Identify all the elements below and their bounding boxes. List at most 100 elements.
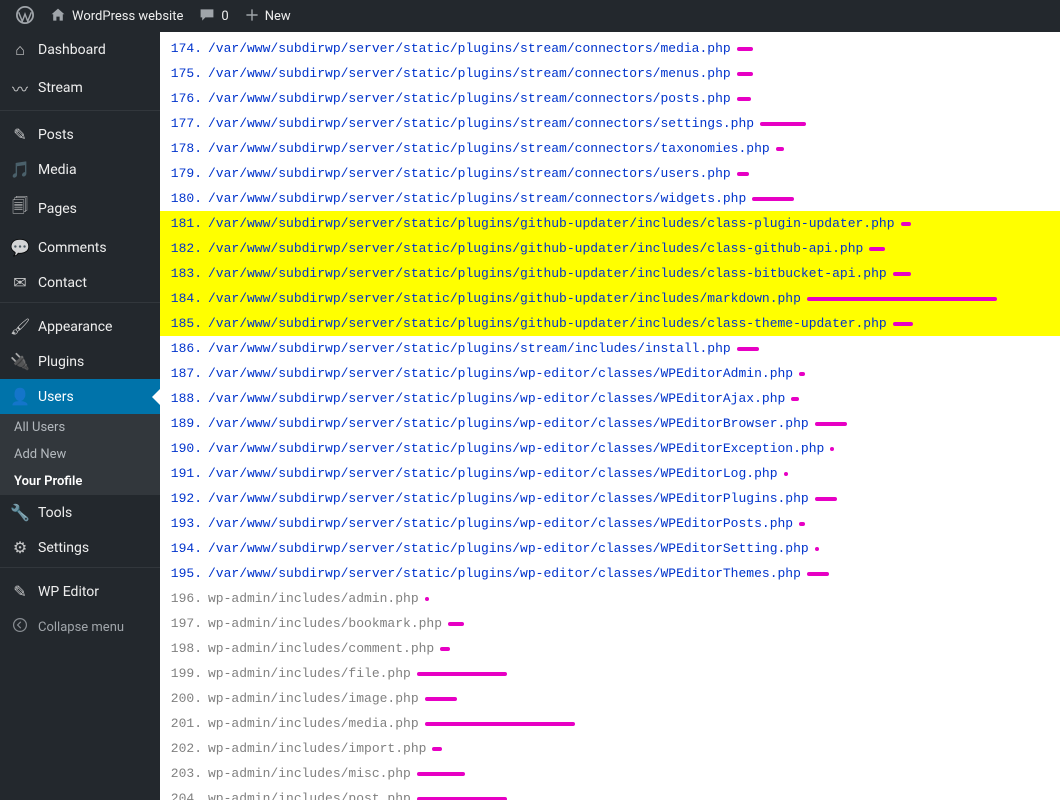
row-number: 190: [164, 437, 208, 460]
file-path: wp-admin/includes/admin.php: [208, 587, 425, 610]
new-link[interactable]: New: [237, 0, 299, 32]
wpeditor-icon: ✎: [10, 582, 30, 601]
collapse-icon: [10, 617, 30, 637]
menu-item-settings[interactable]: ⚙Settings: [0, 530, 160, 565]
menu-separator: [0, 567, 160, 572]
file-path: wp-admin/includes/import.php: [208, 737, 432, 760]
size-bar: [901, 222, 911, 226]
menu-item-pages[interactable]: 🗐Pages: [0, 187, 160, 230]
submenu-item-all-users[interactable]: All Users: [0, 414, 160, 441]
menu-item-contact[interactable]: ✉Contact: [0, 265, 160, 300]
appearance-icon: 🖌: [10, 317, 30, 336]
file-path: /var/www/subdirwp/server/static/plugins/…: [208, 212, 901, 235]
menu-item-appearance[interactable]: 🖌Appearance: [0, 309, 160, 344]
size-bar: [425, 597, 429, 601]
row-number: 201: [164, 712, 208, 735]
row-number: 180: [164, 187, 208, 210]
plugins-icon: 🔌: [10, 352, 30, 371]
menu-label: Dashboard: [38, 42, 106, 58]
row-number: 204: [164, 787, 208, 800]
stream-icon: 〰: [10, 76, 30, 100]
menu-item-plugins[interactable]: 🔌Plugins: [0, 344, 160, 379]
size-bar: [440, 647, 450, 651]
size-bar: [869, 247, 885, 251]
size-bar: [752, 197, 794, 201]
menu-label: Comments: [38, 240, 107, 256]
file-path: /var/www/subdirwp/server/static/plugins/…: [208, 487, 815, 510]
file-row: 193 /var/www/subdirwp/server/static/plug…: [160, 511, 1060, 536]
size-bar: [425, 722, 575, 726]
menu-item-dashboard[interactable]: ⌂ Dashboard: [0, 32, 160, 68]
row-number: 174: [164, 37, 208, 60]
menu-item-comments[interactable]: 💬 Comments: [0, 230, 160, 265]
row-number: 179: [164, 162, 208, 185]
file-path: /var/www/subdirwp/server/static/plugins/…: [208, 62, 737, 85]
menu-item-media[interactable]: 🎵Media: [0, 152, 160, 187]
submenu-item-your-profile[interactable]: Your Profile: [0, 468, 160, 495]
file-row: 197 wp-admin/includes/bookmark.php: [160, 611, 1060, 636]
row-number: 189: [164, 412, 208, 435]
file-row: 204 wp-admin/includes/post.php: [160, 786, 1060, 800]
comments-link[interactable]: 0: [191, 0, 236, 32]
plus-icon: [245, 8, 259, 25]
submenu-item-add-new[interactable]: Add New: [0, 441, 160, 468]
size-bar: [448, 622, 464, 626]
file-path: /var/www/subdirwp/server/static/plugins/…: [208, 412, 815, 435]
menu-item-tools[interactable]: 🔧Tools: [0, 495, 160, 530]
row-number: 188: [164, 387, 208, 410]
row-number: 196: [164, 587, 208, 610]
file-path: /var/www/subdirwp/server/static/plugins/…: [208, 462, 784, 485]
menu-label: Tools: [38, 505, 72, 521]
size-bar: [417, 772, 465, 776]
site-link[interactable]: WordPress website: [42, 0, 191, 32]
comments-icon: 💬: [10, 238, 30, 257]
menu-label: Stream: [38, 80, 83, 96]
size-bar: [432, 747, 442, 751]
size-bar: [417, 797, 507, 800]
file-path: wp-admin/includes/comment.php: [208, 637, 440, 660]
file-path: wp-admin/includes/post.php: [208, 787, 417, 800]
size-bar: [893, 272, 911, 276]
content-area: 174 /var/www/subdirwp/server/static/plug…: [160, 32, 1060, 800]
file-row: 175 /var/www/subdirwp/server/static/plug…: [160, 61, 1060, 86]
menu-label: Pages: [38, 201, 77, 217]
file-row: 195 /var/www/subdirwp/server/static/plug…: [160, 561, 1060, 586]
size-bar: [893, 322, 913, 326]
menu-label: Users: [38, 389, 74, 405]
size-bar: [815, 422, 847, 426]
row-number: 183: [164, 262, 208, 285]
wp-logo[interactable]: [8, 0, 42, 32]
file-row: 178 /var/www/subdirwp/server/static/plug…: [160, 136, 1060, 161]
row-number: 178: [164, 137, 208, 160]
row-number: 197: [164, 612, 208, 635]
row-number: 202: [164, 737, 208, 760]
menu-item-users[interactable]: 👤Users: [0, 379, 160, 414]
size-bar: [760, 122, 806, 126]
size-bar: [815, 497, 837, 501]
file-path: wp-admin/includes/misc.php: [208, 762, 417, 785]
size-bar: [784, 472, 788, 476]
file-path: /var/www/subdirwp/server/static/plugins/…: [208, 187, 752, 210]
size-bar: [737, 47, 753, 51]
row-number: 187: [164, 362, 208, 385]
size-bar: [799, 522, 805, 526]
settings-icon: ⚙: [10, 538, 30, 557]
file-path: wp-admin/includes/media.php: [208, 712, 425, 735]
dashboard-icon: ⌂: [10, 40, 30, 60]
menu-item-stream[interactable]: 〰 Stream: [0, 68, 160, 108]
size-bar: [807, 572, 829, 576]
wordpress-icon: [16, 6, 34, 27]
file-path: /var/www/subdirwp/server/static/plugins/…: [208, 87, 737, 110]
size-bar: [815, 547, 819, 551]
file-path: wp-admin/includes/image.php: [208, 687, 425, 710]
menu-item-posts[interactable]: ✎Posts: [0, 117, 160, 152]
file-row: 201 wp-admin/includes/media.php: [160, 711, 1060, 736]
admin-bar: WordPress website 0 New: [0, 0, 1060, 32]
row-number: 200: [164, 687, 208, 710]
media-icon: 🎵: [10, 160, 30, 179]
file-path: /var/www/subdirwp/server/static/plugins/…: [208, 362, 799, 385]
home-icon: [50, 7, 66, 26]
menu-item-wp-editor[interactable]: ✎WP Editor: [0, 574, 160, 609]
collapse-menu[interactable]: Collapse menu: [0, 609, 160, 645]
file-row: 187 /var/www/subdirwp/server/static/plug…: [160, 361, 1060, 386]
